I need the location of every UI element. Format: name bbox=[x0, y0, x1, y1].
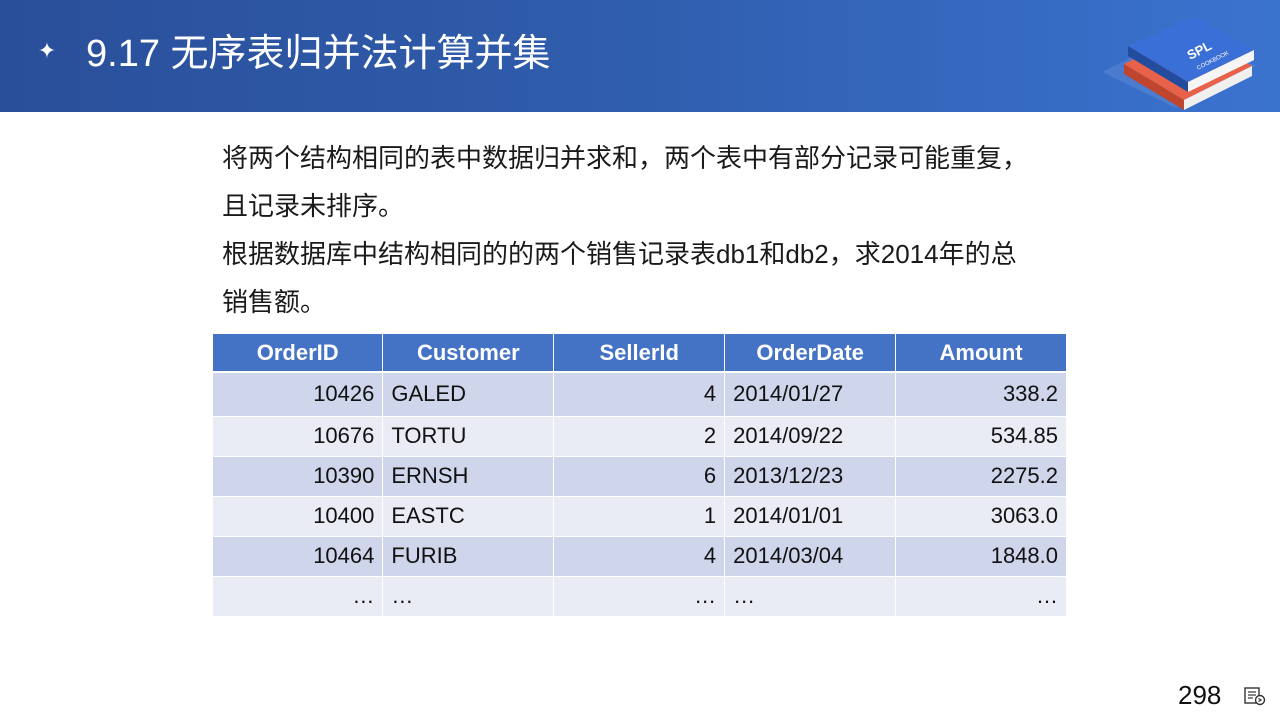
slide-nav-icon[interactable] bbox=[1244, 686, 1266, 706]
cell-seller-id: 4 bbox=[553, 372, 726, 417]
column-header: Amount bbox=[895, 334, 1067, 373]
column-header: SellerId bbox=[553, 334, 726, 373]
cell-customer: TORTU bbox=[382, 416, 555, 457]
cell-seller-id: 4 bbox=[553, 536, 726, 577]
cell-order-id: 10426 bbox=[213, 372, 384, 417]
body-line-1: 将两个结构相同的表中数据归并求和，两个表中有部分记录可能重复， bbox=[222, 143, 1029, 173]
body-line-2: 且记录未排序。 bbox=[222, 191, 405, 221]
cell-customer: ERNSH bbox=[382, 456, 555, 497]
cell-order-date: 2014/01/01 bbox=[724, 496, 897, 537]
cell-amount: 534.85 bbox=[895, 416, 1067, 457]
table-row: 10676 TORTU 2 2014/09/22 534.85 bbox=[213, 416, 1067, 457]
cell-customer: FURIB bbox=[382, 536, 555, 577]
cell-seller-id: 6 bbox=[553, 456, 726, 497]
cell-order-date: 2014/03/04 bbox=[724, 536, 897, 577]
cell-order-id: … bbox=[213, 576, 384, 617]
cell-order-date: 2014/09/22 bbox=[724, 416, 897, 457]
cell-amount: 338.2 bbox=[895, 372, 1067, 417]
cell-amount: 2275.2 bbox=[895, 456, 1067, 497]
cell-order-id: 10400 bbox=[213, 496, 384, 537]
cell-customer: GALED bbox=[382, 372, 555, 417]
table-row: 10400 EASTC 1 2014/01/01 3063.0 bbox=[213, 496, 1067, 537]
column-header: Customer bbox=[382, 334, 555, 373]
table-row: … … … … … bbox=[213, 576, 1067, 617]
cell-customer: EASTC bbox=[382, 496, 555, 537]
spl-cookbook-logo: SPL COOKBOOK bbox=[1102, 16, 1256, 110]
cell-order-id: 10676 bbox=[213, 416, 384, 457]
cell-order-id: 10464 bbox=[213, 536, 384, 577]
table-row: 10390 ERNSH 6 2013/12/23 2275.2 bbox=[213, 456, 1067, 497]
cell-seller-id: 1 bbox=[553, 496, 726, 537]
page-number: 298 bbox=[1178, 680, 1222, 710]
sales-table: OrderID Customer SellerId OrderDate Amou… bbox=[213, 334, 1067, 617]
slide-header: ✦ 9.17 无序表归并法计算并集 SPL COOKBOOK bbox=[0, 0, 1280, 112]
column-header: OrderID bbox=[213, 334, 384, 373]
table-row: 10426 GALED 4 2014/01/27 338.2 bbox=[213, 372, 1067, 417]
slide-title: 9.17 无序表归并法计算并集 bbox=[86, 33, 551, 75]
cell-order-date: 2013/12/23 bbox=[724, 456, 897, 497]
cell-seller-id: … bbox=[553, 576, 726, 617]
body-line-4: 销售额。 bbox=[222, 287, 327, 317]
cell-order-date: … bbox=[724, 576, 897, 617]
cell-customer: … bbox=[382, 576, 555, 617]
body-line-3: 根据数据库中结构相同的的两个销售记录表db1和db2，求2014年的总 bbox=[222, 239, 1017, 269]
sparkle-icon: ✦ bbox=[37, 38, 57, 63]
cell-order-id: 10390 bbox=[213, 456, 384, 497]
cell-order-date: 2014/01/27 bbox=[724, 372, 897, 417]
table-header-row: OrderID Customer SellerId OrderDate Amou… bbox=[213, 334, 1067, 373]
cell-amount: 3063.0 bbox=[895, 496, 1067, 537]
cell-seller-id: 2 bbox=[553, 416, 726, 457]
cell-amount: 1848.0 bbox=[895, 536, 1067, 577]
column-header: OrderDate bbox=[724, 334, 897, 373]
table-row: 10464 FURIB 4 2014/03/04 1848.0 bbox=[213, 536, 1067, 577]
cell-amount: … bbox=[895, 576, 1067, 617]
